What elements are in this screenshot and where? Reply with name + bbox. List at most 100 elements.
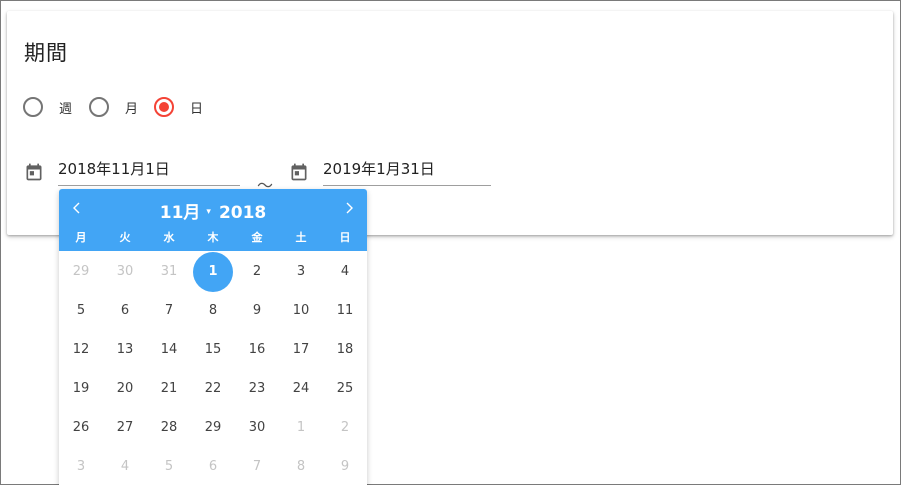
day-cell[interactable]: 3	[279, 252, 323, 291]
day-cell[interactable]: 23	[235, 369, 279, 408]
weekday-label: 火	[119, 231, 131, 244]
day-cell[interactable]: 1	[279, 408, 323, 447]
day-number: 8	[296, 459, 306, 474]
day-cell[interactable]: 4	[323, 252, 367, 291]
radio-label-month: 月	[125, 101, 139, 117]
day-number: 6	[208, 459, 218, 474]
day-cell[interactable]: 31	[147, 252, 191, 291]
day-grid: 29 30 31 1 2 3 4 5 6 7 8 9 10 11 12 13 14 15 16 17 18 19 20 21 2…	[59, 251, 367, 485]
day-cell[interactable]: 25	[323, 369, 367, 408]
day-cell[interactable]: 6	[191, 447, 235, 485]
day-cell[interactable]: 8	[191, 291, 235, 330]
day-number: 9	[340, 459, 350, 474]
day-number: 9	[252, 303, 262, 318]
day-cell[interactable]: 24	[279, 369, 323, 408]
day-cell[interactable]: 29	[59, 252, 103, 291]
date-picker-popup: 11月 ▾ 2018 月火水木金土日 29 30 31 1 2 3 4 5 6 7 8 9 10 11 12 13…	[59, 189, 367, 485]
day-cell[interactable]: 19	[59, 369, 103, 408]
day-cell[interactable]: 26	[59, 408, 103, 447]
day-number: 7	[252, 459, 262, 474]
end-date-input[interactable]: 2019年1月31日	[323, 158, 491, 186]
radio-day[interactable]: 日	[154, 97, 203, 117]
day-cell[interactable]: 3	[59, 447, 103, 485]
day-cell[interactable]: 15	[191, 330, 235, 369]
date-picker-header: 11月 ▾ 2018 月 火 水 木 金 土 日	[59, 189, 367, 251]
radio-circle[interactable]	[89, 97, 109, 117]
day-number: 22	[204, 381, 222, 396]
day-number: 19	[72, 381, 90, 396]
day-cell[interactable]: 2	[235, 252, 279, 291]
day-cell[interactable]: 14	[147, 330, 191, 369]
day-number: 10	[292, 303, 310, 318]
day-cell-selected[interactable]: 1	[191, 251, 235, 292]
day-number: 17	[292, 342, 310, 357]
day-cell[interactable]: 28	[147, 408, 191, 447]
day-cell[interactable]: 27	[103, 408, 147, 447]
day-cell[interactable]: 4	[103, 447, 147, 485]
day-number: 13	[116, 342, 134, 357]
day-cell[interactable]: 18	[323, 330, 367, 369]
weekday-label: 日	[339, 231, 351, 244]
day-number: 29	[204, 420, 222, 435]
day-cell[interactable]: 10	[279, 291, 323, 330]
day-number: 25	[336, 381, 354, 396]
radio-circle[interactable]	[23, 97, 43, 117]
end-date-field: 2019年1月31日	[289, 158, 491, 186]
radio-month[interactable]: 月	[89, 97, 138, 117]
weekday-label: 木	[207, 231, 219, 244]
month-year-label: 11月 ▾ 2018	[59, 198, 367, 223]
weekday-label: 土	[295, 231, 307, 244]
year-selector[interactable]: 2018	[219, 203, 266, 223]
day-cell[interactable]: 11	[323, 291, 367, 330]
day-number: 16	[248, 342, 266, 357]
radio-label-week: 週	[59, 101, 73, 117]
start-date-input[interactable]: 2018年11月1日	[58, 158, 240, 186]
day-number: 3	[296, 264, 306, 279]
day-cell[interactable]: 7	[235, 447, 279, 485]
day-number: 20	[116, 381, 134, 396]
day-number: 31	[160, 264, 178, 279]
caret-down-icon[interactable]: ▾	[206, 207, 211, 217]
day-cell[interactable]: 16	[235, 330, 279, 369]
day-cell[interactable]: 6	[103, 291, 147, 330]
radio-label-day: 日	[190, 101, 204, 117]
day-number: 15	[204, 342, 222, 357]
day-cell[interactable]: 13	[103, 330, 147, 369]
day-number: 12	[72, 342, 90, 357]
day-number: 27	[116, 420, 134, 435]
day-number: 1	[296, 420, 306, 435]
day-number: 4	[120, 459, 130, 474]
radio-circle[interactable]	[154, 97, 174, 117]
day-cell[interactable]: 30	[235, 408, 279, 447]
day-number: 30	[116, 264, 134, 279]
day-cell[interactable]: 20	[103, 369, 147, 408]
day-cell[interactable]: 9	[235, 291, 279, 330]
chevron-right-icon[interactable]	[341, 198, 357, 218]
day-cell[interactable]: 12	[59, 330, 103, 369]
calendar-icon[interactable]	[24, 162, 44, 182]
weekday-label: 水	[163, 231, 175, 244]
day-number: 29	[72, 264, 90, 279]
day-cell[interactable]: 7	[147, 291, 191, 330]
day-cell[interactable]: 9	[323, 447, 367, 485]
weekday-label: 金	[251, 231, 263, 244]
day-number: 14	[160, 342, 178, 357]
day-number: 26	[72, 420, 90, 435]
month-selector[interactable]: 11月	[160, 203, 201, 223]
day-cell[interactable]: 21	[147, 369, 191, 408]
day-number: 11	[336, 303, 354, 318]
day-cell[interactable]: 17	[279, 330, 323, 369]
day-cell[interactable]: 29	[191, 408, 235, 447]
day-cell[interactable]: 8	[279, 447, 323, 485]
radio-week[interactable]: 週	[23, 97, 72, 117]
day-number: 21	[160, 381, 178, 396]
day-number: 7	[164, 303, 174, 318]
day-cell[interactable]: 30	[103, 252, 147, 291]
day-cell[interactable]: 5	[59, 291, 103, 330]
calendar-icon[interactable]	[289, 162, 309, 182]
day-cell[interactable]: 5	[147, 447, 191, 485]
day-cell[interactable]: 22	[191, 369, 235, 408]
day-number: 30	[248, 420, 266, 435]
day-number: 5	[164, 459, 174, 474]
day-cell[interactable]: 2	[323, 408, 367, 447]
